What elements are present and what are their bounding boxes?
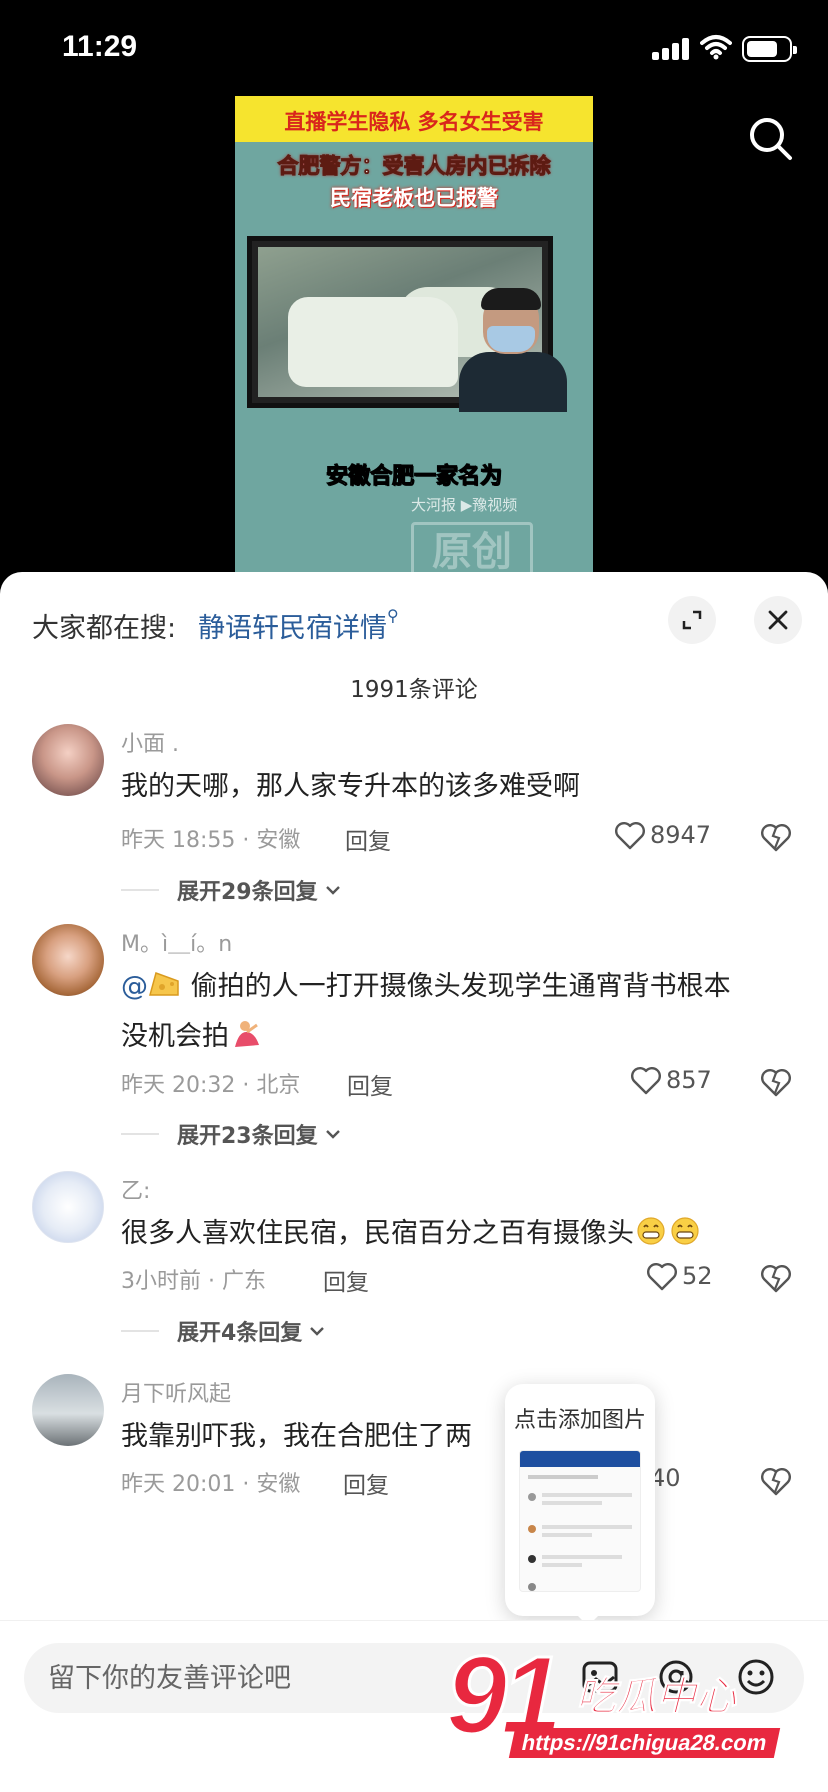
video-person-image bbox=[453, 288, 573, 412]
mention[interactable]: @ bbox=[121, 971, 148, 1002]
heart-icon bbox=[647, 1263, 677, 1291]
comment-text: 很多人喜欢住民宿，民宿百分之百有摄像头 bbox=[121, 1209, 791, 1259]
video-player[interactable]: 直播学生隐私 多名女生受害 合肥警方：受害人房内已拆除 民宿老板也已报警 安徽合… bbox=[235, 96, 593, 576]
grin-emoji-icon bbox=[634, 1213, 668, 1245]
close-icon bbox=[768, 610, 788, 630]
heart-icon bbox=[631, 1067, 661, 1095]
hot-search-link[interactable]: 静语轩民宿详情⚲ bbox=[198, 606, 399, 645]
comment-text: @ 偷拍的人一打开摄像头发现学生通宵背书根本 没机会拍 bbox=[121, 962, 791, 1062]
video-stamp: 原创 bbox=[411, 522, 533, 576]
clock: 11:29 bbox=[62, 30, 138, 63]
comment-meta: 昨天 18:55 · 安徽 bbox=[121, 828, 301, 853]
heart-icon bbox=[615, 822, 645, 850]
like-count: 8947 bbox=[650, 821, 712, 849]
comment-count: 1991条评论 bbox=[350, 677, 478, 703]
comment-sheet: 大家都在搜: 静语轩民宿详情⚲ 1991条评论 小面 . 我的天哪，那人家专升本… bbox=[0, 572, 828, 1792]
dislike-heart-icon[interactable] bbox=[760, 1067, 792, 1097]
avatar[interactable] bbox=[32, 724, 104, 796]
expand-replies-label[interactable]: 展开23条回复 bbox=[177, 1118, 318, 1150]
video-caption-line1: 合肥警方：受害人房内已拆除 bbox=[277, 154, 551, 179]
add-image-label[interactable]: 点击添加图片 bbox=[505, 1402, 655, 1434]
wifi-icon bbox=[700, 35, 732, 60]
chevron-down-icon bbox=[325, 886, 340, 895]
like-button[interactable]: 857 bbox=[630, 1065, 712, 1095]
avatar[interactable] bbox=[32, 924, 104, 996]
comment-text: 我靠别吓我，我在合肥住了两 bbox=[121, 1421, 472, 1452]
chevron-down-icon bbox=[325, 1130, 340, 1139]
expand-replies-label[interactable]: 展开29条回复 bbox=[177, 874, 318, 906]
hot-search-label: 大家都在搜: bbox=[32, 613, 177, 644]
video-subtitle: 安徽合肥一家名为 bbox=[325, 464, 502, 490]
comment-meta: 昨天 20:32 · 北京 bbox=[121, 1073, 301, 1098]
comment-meta: 3小时前 · 广东 bbox=[121, 1269, 266, 1294]
cellular-signal-icon bbox=[652, 38, 692, 60]
dislike-heart-icon[interactable] bbox=[760, 822, 792, 852]
battery-icon bbox=[742, 36, 797, 62]
comment-text-line1: 偷拍的人一打开摄像头发现学生通宵背书根本 bbox=[190, 971, 731, 1002]
like-button[interactable]: 52 bbox=[646, 1261, 713, 1291]
hot-search-term[interactable]: 静语轩民宿详情 bbox=[198, 613, 387, 644]
reply-button[interactable]: 回复 bbox=[343, 1466, 389, 1500]
avatar[interactable] bbox=[32, 1374, 104, 1446]
like-count: 857 bbox=[666, 1066, 712, 1094]
like-count: 52 bbox=[682, 1262, 713, 1290]
add-image-popup[interactable]: 点击添加图片 bbox=[505, 1384, 655, 1616]
like-button[interactable]: 8947 bbox=[614, 820, 711, 850]
cheese-emoji-icon bbox=[148, 966, 182, 996]
at-mention-icon[interactable] bbox=[656, 1657, 696, 1697]
comment-text-line2: 没机会拍 bbox=[121, 1021, 229, 1052]
screenshot-thumbnail[interactable] bbox=[519, 1450, 641, 1592]
dancer-emoji-icon bbox=[229, 1016, 263, 1047]
expand-sheet-button[interactable] bbox=[668, 596, 716, 644]
video-source-logo: 大河报 ▶豫视频 bbox=[411, 496, 518, 514]
small-search-icon: ⚲ bbox=[387, 606, 399, 625]
video-caption-line2: 民宿老板也已报警 bbox=[330, 186, 498, 210]
expand-icon bbox=[682, 610, 702, 630]
reply-button[interactable]: 回复 bbox=[347, 1067, 393, 1101]
comment-username[interactable]: M。ì＿í。n bbox=[121, 926, 232, 958]
sheet-header: 大家都在搜: 静语轩民宿详情⚲ 1991条评论 bbox=[0, 572, 828, 712]
comment-username[interactable]: 小面 . bbox=[121, 726, 179, 758]
search-icon[interactable] bbox=[748, 116, 794, 162]
comment-username[interactable]: 乙: bbox=[121, 1173, 150, 1205]
image-icon[interactable] bbox=[580, 1657, 620, 1697]
expand-replies-button[interactable]: 展开4条回复 bbox=[121, 1315, 326, 1347]
comment-text: 我的天哪，那人家专升本的该多难受啊 bbox=[121, 771, 580, 802]
close-sheet-button[interactable] bbox=[754, 596, 802, 644]
chevron-down-icon bbox=[310, 1327, 325, 1336]
expand-replies-button[interactable]: 展开23条回复 bbox=[121, 1118, 342, 1150]
status-bar: 11:29 bbox=[0, 0, 828, 100]
comment-input-bar bbox=[0, 1620, 828, 1792]
comment-meta: 昨天 20:01 · 安徽 bbox=[121, 1472, 301, 1497]
expand-replies-button[interactable]: 展开29条回复 bbox=[121, 874, 342, 906]
video-headline: 直播学生隐私 多名女生受害 bbox=[284, 110, 544, 134]
expand-replies-label[interactable]: 展开4条回复 bbox=[177, 1315, 302, 1347]
dislike-heart-icon[interactable] bbox=[760, 1263, 792, 1293]
reply-button[interactable]: 回复 bbox=[345, 822, 391, 856]
comment-username[interactable]: 月下听风起 bbox=[121, 1376, 231, 1408]
emoji-icon[interactable] bbox=[736, 1657, 776, 1697]
reply-button[interactable]: 回复 bbox=[323, 1263, 369, 1297]
grin-emoji-icon bbox=[668, 1213, 702, 1245]
comment-input[interactable] bbox=[48, 1643, 528, 1713]
avatar[interactable] bbox=[32, 1171, 104, 1243]
dislike-heart-icon[interactable] bbox=[760, 1466, 792, 1496]
comment-text-body: 很多人喜欢住民宿，民宿百分之百有摄像头 bbox=[121, 1218, 634, 1249]
